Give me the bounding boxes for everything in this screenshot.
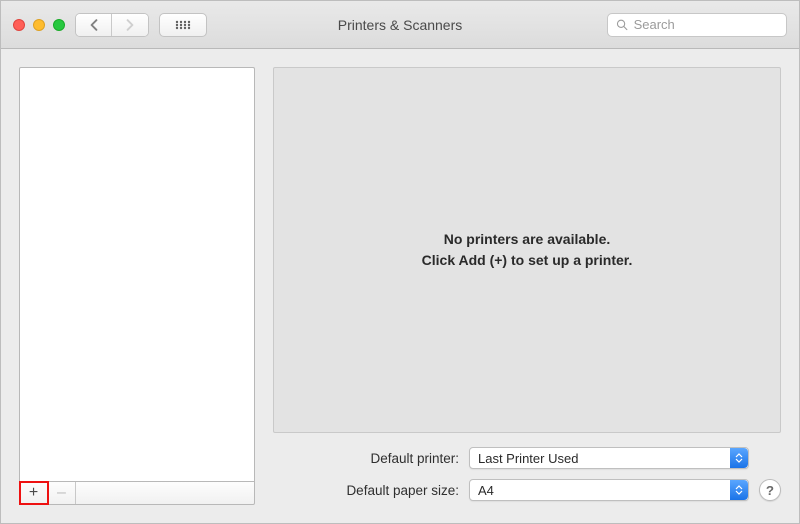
help-icon: ? <box>766 483 774 498</box>
default-paper-select[interactable]: A4 <box>469 479 749 501</box>
default-printer-label: Default printer: <box>273 451 459 466</box>
default-paper-label: Default paper size: <box>273 483 459 498</box>
zoom-icon[interactable] <box>53 19 65 31</box>
back-button[interactable] <box>76 14 112 36</box>
empty-state-line1: No printers are available. <box>444 229 611 250</box>
show-all-button[interactable] <box>159 13 207 37</box>
chevron-up-down-icon <box>730 448 748 468</box>
search-field[interactable] <box>607 13 787 37</box>
printer-list-sidebar: + – <box>19 67 255 505</box>
default-paper-value: A4 <box>478 483 494 498</box>
remove-printer-button: – <box>48 482 76 504</box>
grid-icon <box>175 20 191 30</box>
add-printer-button[interactable]: + <box>20 482 48 504</box>
empty-state-line2: Click Add (+) to set up a printer. <box>422 250 633 271</box>
minus-icon: – <box>57 485 66 501</box>
list-footer: + – <box>19 481 255 505</box>
empty-state-panel: No printers are available. Click Add (+)… <box>273 67 781 433</box>
titlebar: Printers & Scanners <box>1 1 799 49</box>
default-printer-select[interactable]: Last Printer Used <box>469 447 749 469</box>
chevron-up-down-icon <box>730 480 748 500</box>
search-input[interactable] <box>634 17 778 32</box>
search-icon <box>616 18 628 31</box>
forward-button[interactable] <box>112 14 148 36</box>
help-button[interactable]: ? <box>759 479 781 501</box>
printer-list[interactable] <box>19 67 255 481</box>
close-icon[interactable] <box>13 19 25 31</box>
plus-icon: + <box>29 485 38 501</box>
minimize-icon[interactable] <box>33 19 45 31</box>
nav-back-forward <box>75 13 149 37</box>
window-controls <box>13 19 65 31</box>
default-printer-value: Last Printer Used <box>478 451 578 466</box>
